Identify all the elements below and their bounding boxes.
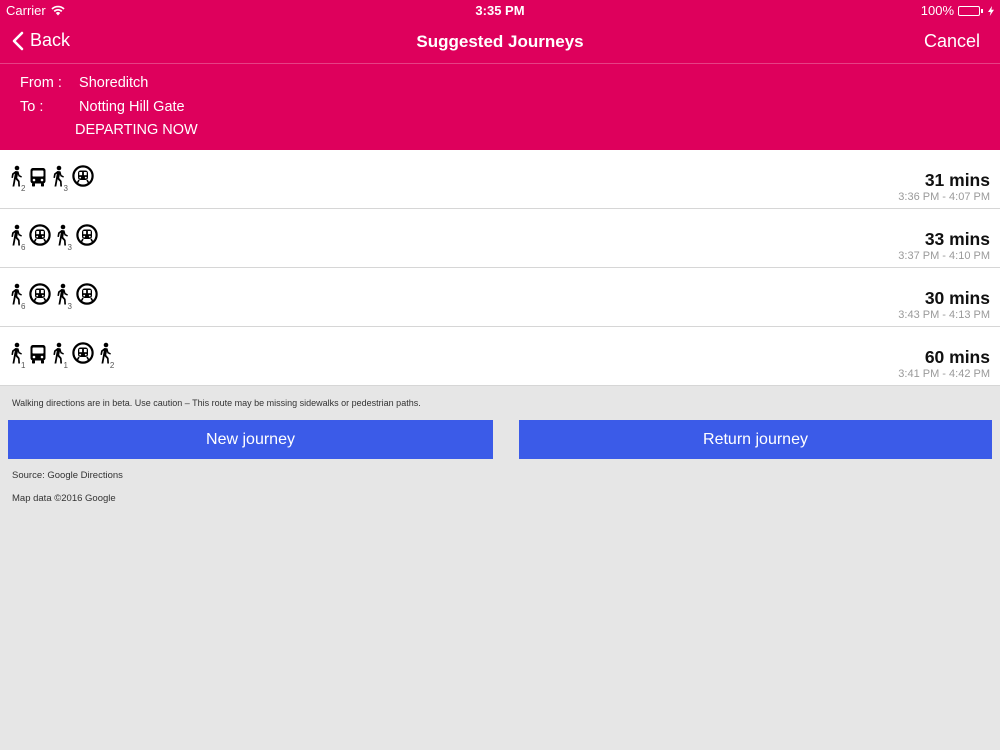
route-segments: 63 [9,283,102,311]
from-row: From : Shoreditch [20,75,148,91]
route-duration: 30 mins [924,288,990,308]
route-segments: 63 [9,224,102,252]
route-segment [76,224,98,251]
from-label: From : [20,75,62,91]
route-segment [29,283,52,310]
route-row[interactable]: 6 3 33 mins 3:37 PM - 4:10 PM [0,209,1000,268]
route-segments: 23 [9,165,98,193]
tube-icon [29,224,52,251]
walk-icon [9,342,23,369]
walk-icon [9,224,23,251]
walk-icon [9,165,23,192]
tube-icon [72,342,94,369]
route-time-range: 3:43 PM - 4:13 PM [898,309,990,321]
status-time: 3:35 PM [475,3,525,18]
page-title: Suggested Journeys [416,32,584,51]
tube-icon [72,165,94,192]
departure-time: DEPARTING NOW [75,122,198,138]
source-label: Source: Google Directions [12,470,123,481]
tube-icon [76,224,98,251]
charging-icon [988,5,994,16]
bus-icon [29,167,47,192]
route-time-range: 3:36 PM - 4:07 PM [898,191,990,203]
route-segment [29,167,47,192]
route-time-range: 3:41 PM - 4:42 PM [898,368,990,380]
route-segment [29,224,52,251]
route-duration: 31 mins [924,170,990,190]
tube-icon [76,283,98,310]
route-row[interactable]: 1 1 2 60 mins 3:41 PM - 4:42 PM [0,327,1000,386]
route-duration: 60 mins [924,347,990,367]
route-segment: 3 [55,224,72,252]
route-list: 2 3 31 mins 3:36 PM - 4:07 PM 6 3 33 mins 3:37 … [0,150,1000,386]
back-button[interactable]: Back [12,30,70,51]
walk-icon [55,224,69,251]
battery-label: 100% [920,3,954,18]
from-value: Shoreditch [79,75,149,91]
map-data-label: Map data ©2016 Google [12,493,116,504]
status-bar: Carrier 3:35 PM 100% [0,0,1000,20]
route-row[interactable]: 2 3 31 mins 3:36 PM - 4:07 PM [0,150,1000,209]
walk-icon [55,283,69,310]
walk-icon [9,283,23,310]
battery-icon [958,5,983,16]
return-journey-button[interactable]: Return journey [519,420,992,459]
walk-icon [51,342,65,369]
route-segment: 1 [51,342,68,370]
route-segment: 2 [9,165,25,193]
walk-icon [51,165,65,192]
route-segment: 3 [51,165,68,193]
to-label: To : [20,99,44,115]
route-row[interactable]: 6 3 30 mins 3:43 PM - 4:13 PM [0,268,1000,327]
route-segment: 3 [55,283,72,311]
tube-icon [29,283,52,310]
route-segment: 6 [9,283,25,311]
journey-summary: From : Shoreditch To : Notting Hill Gate… [0,63,1000,150]
back-label: Back [30,30,71,50]
chevron-left-icon [12,31,24,50]
route-segment [72,342,94,369]
walking-disclaimer: Walking directions are in beta. Use caut… [12,398,421,408]
new-journey-button[interactable]: New journey [8,420,493,459]
route-time-range: 3:37 PM - 4:10 PM [898,250,990,262]
route-segment [72,165,94,192]
route-segment: 6 [9,224,25,252]
route-segments: 11 2 [9,342,118,370]
battery-indicator: 100% [921,3,994,18]
route-segment: 1 [9,342,25,370]
to-row: To : Notting Hill Gate [20,99,185,115]
route-segment: 2 [98,342,114,370]
route-duration: 33 mins [924,229,990,249]
route-segment [76,283,98,310]
bus-icon [29,344,47,369]
route-segment [29,344,47,369]
walk-icon [98,342,112,369]
cancel-button[interactable]: Cancel [924,31,980,52]
to-value: Notting Hill Gate [79,99,185,115]
navigation-bar: Back Suggested Journeys Cancel [0,20,1000,63]
